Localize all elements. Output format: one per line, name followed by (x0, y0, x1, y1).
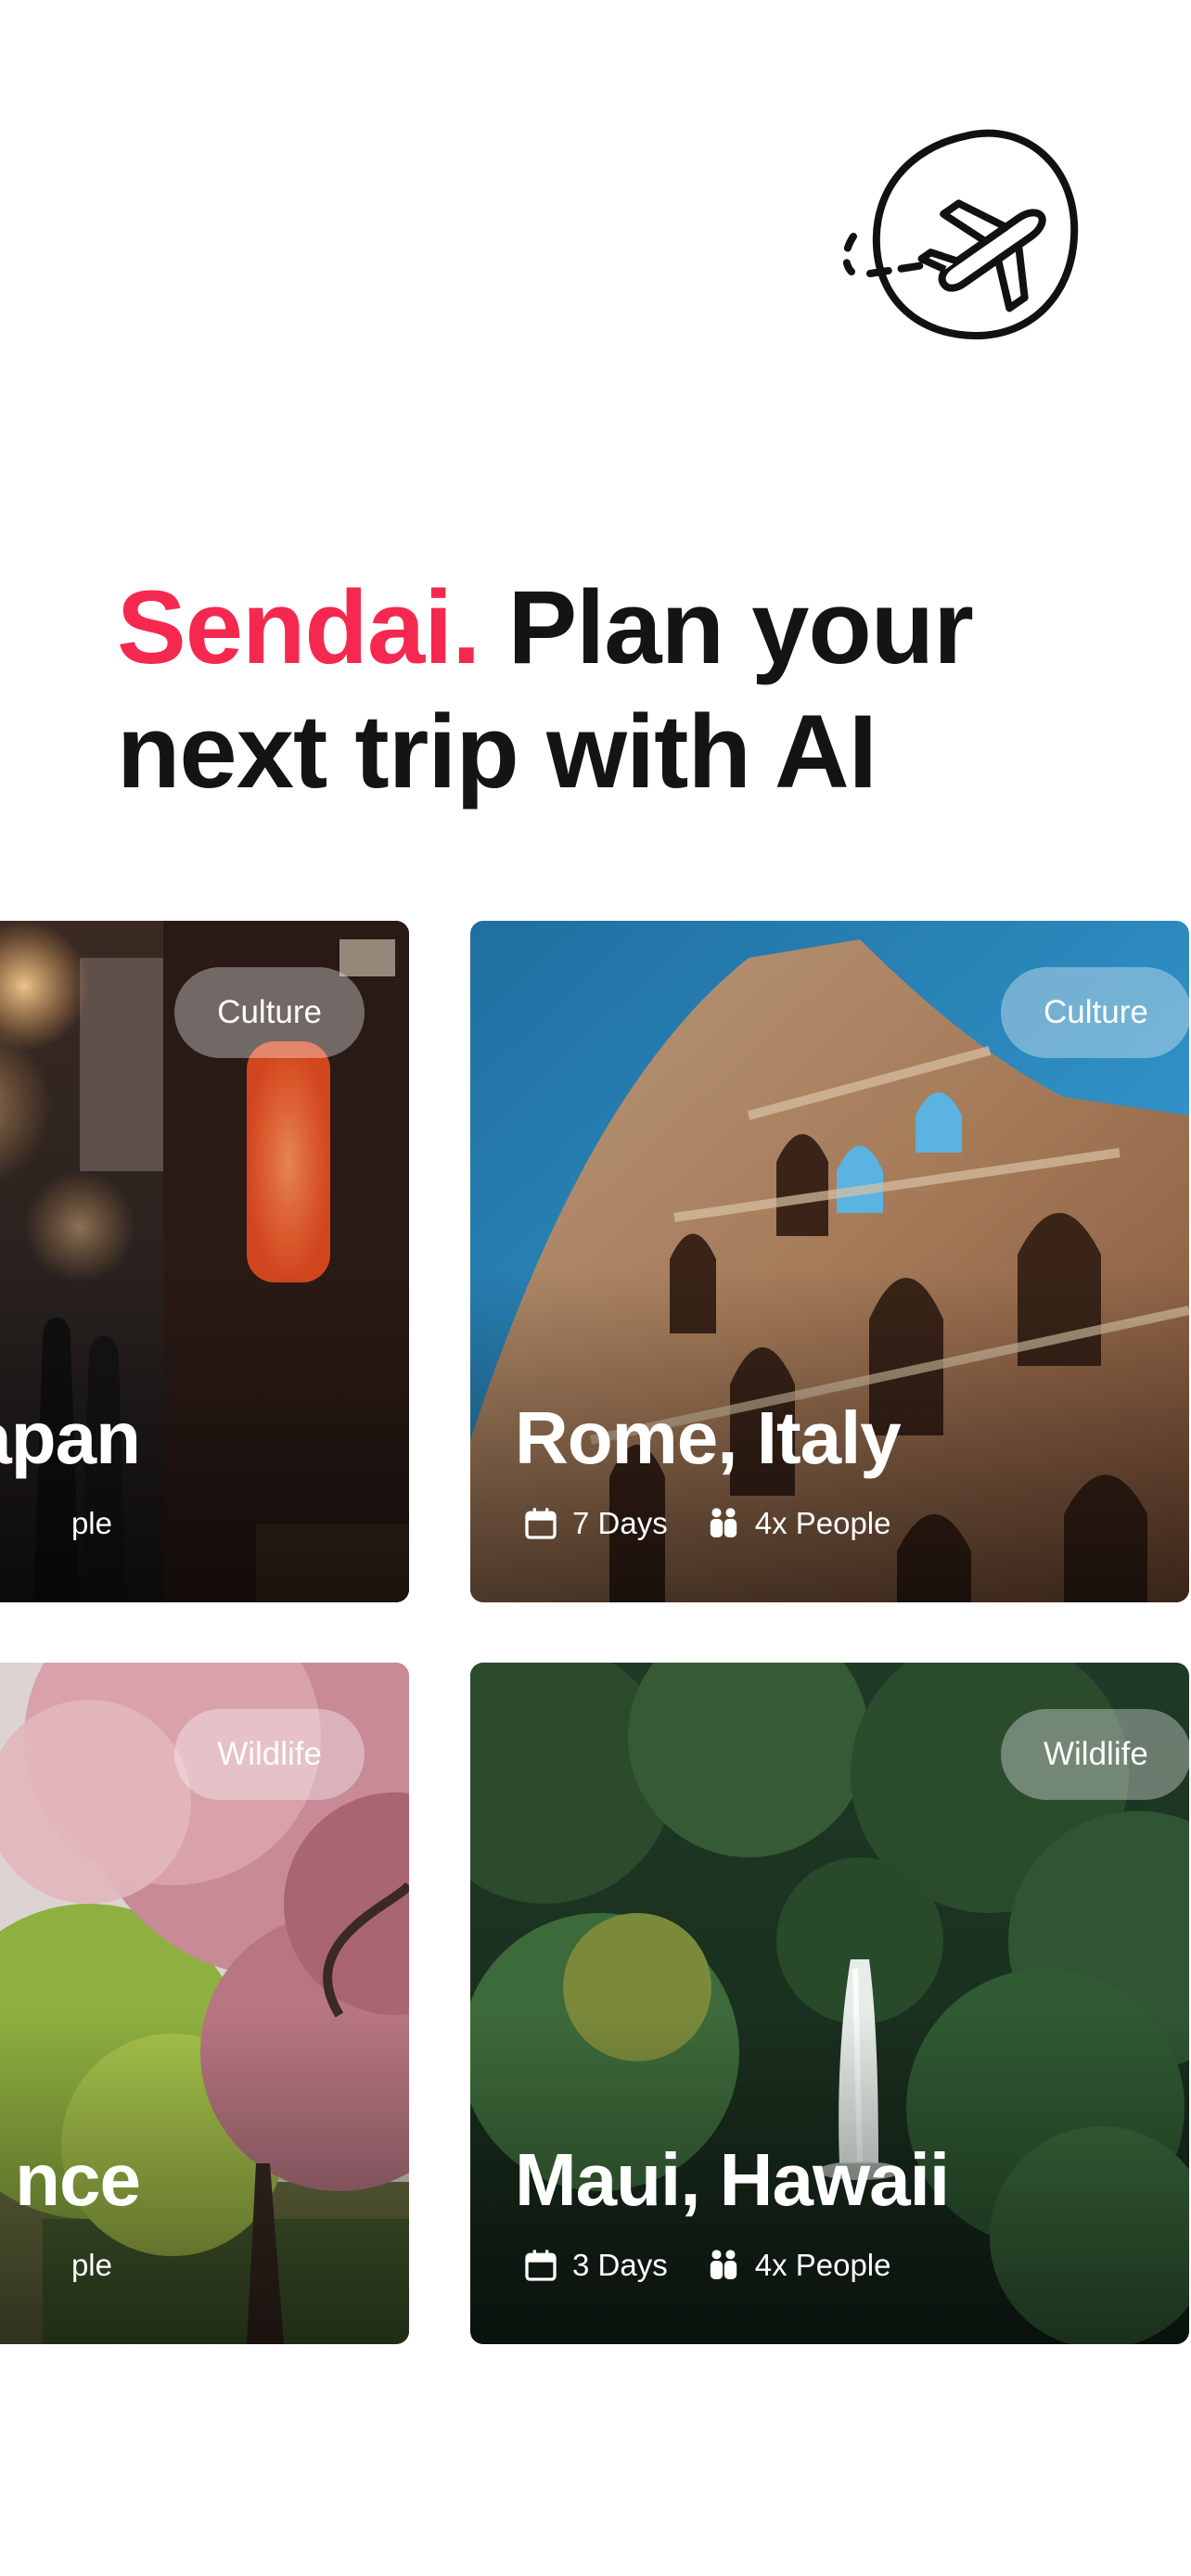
calendar-icon (525, 1508, 557, 1539)
trip-destination: Japan (0, 1396, 141, 1479)
trip-people: ple (70, 2248, 112, 2282)
trip-card-maui[interactable]: Wildlife Maui, Hawaii 3 Days 4x People (470, 1663, 1189, 2344)
calendar-icon (525, 2250, 557, 2281)
people-icon (710, 2250, 736, 2279)
category-badge: Culture (174, 967, 365, 1058)
trip-destination: Rome, Italy (515, 1396, 902, 1479)
trip-destination: nce (15, 2138, 141, 2221)
headline-line1: Plan your (480, 569, 973, 685)
trip-meta: ple (71, 1503, 112, 1544)
category-badge: Wildlife (174, 1709, 365, 1800)
trip-people: 4x People (754, 1506, 891, 1540)
brand-name: Sendai. (117, 569, 480, 685)
trip-people: 4x People (754, 2248, 891, 2282)
onboarding-screen: Sendai. Plan your next trip with AI Cult… (0, 0, 1191, 2576)
airplane-circle-icon (842, 129, 1079, 340)
trip-meta: 3 Days 4x People (522, 2245, 891, 2286)
trip-card-france[interactable]: Wildlife nce ple (0, 1663, 409, 2344)
headline-line2: next trip with AI (117, 694, 877, 810)
trip-destination: Maui, Hawaii (515, 2138, 950, 2221)
page-title: Sendai. Plan your next trip with AI (117, 566, 1091, 814)
category-badge: Culture (1001, 967, 1189, 1058)
category-badge: Wildlife (1001, 1709, 1189, 1800)
people-icon (710, 1508, 736, 1537)
trip-card-japan[interactable]: Culture Japan ple (0, 921, 409, 1602)
trip-card-rome[interactable]: Culture Rome, Italy 7 Days 4x People (470, 921, 1189, 1602)
trip-duration: 7 Days (572, 1506, 668, 1540)
trip-meta: 7 Days 4x People (522, 1503, 891, 1544)
trip-meta: ple (71, 2245, 112, 2286)
trip-people: ple (70, 1506, 112, 1540)
trip-duration: 3 Days (572, 2248, 668, 2282)
